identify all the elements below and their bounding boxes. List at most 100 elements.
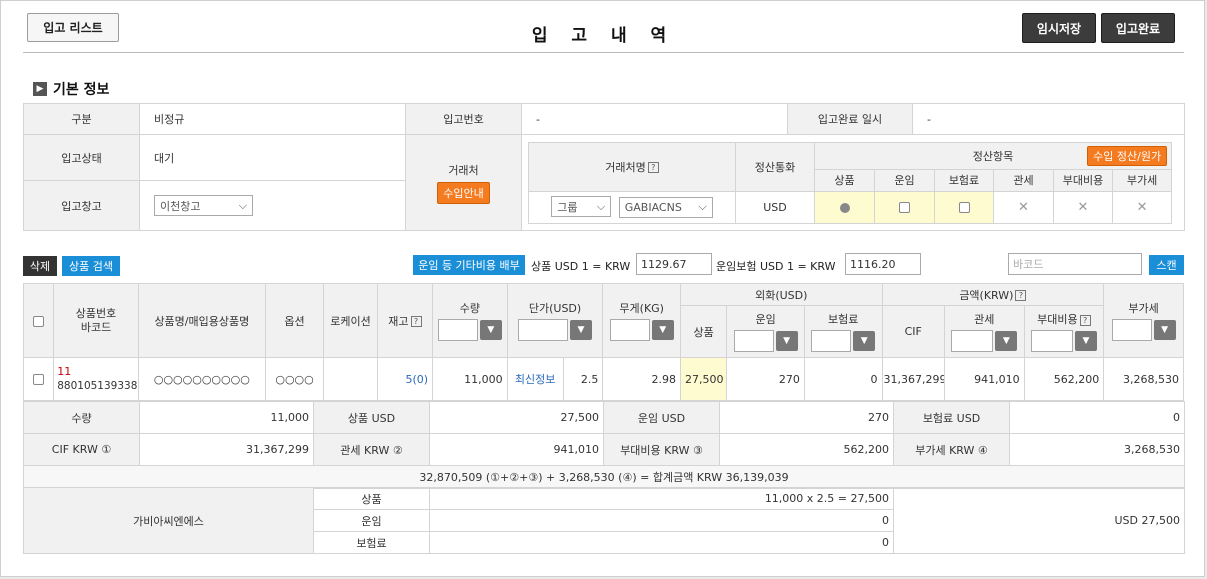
table-row: 11 8801051393385 ○○○○○○○○○○ ○○○○ 5(0) 11,… — [22, 357, 1184, 401]
sum-freight-usd-value: 270 — [719, 401, 894, 434]
settle-label: 정산항목 — [972, 149, 1014, 163]
section-title: 기본 정보 — [53, 82, 110, 98]
weight-header-label: 무게(KG) — [619, 302, 664, 315]
product-search-button[interactable]: 상품 검색 — [62, 256, 120, 276]
settle-product-radio[interactable] — [839, 202, 850, 213]
location-header: 로케이션 — [323, 283, 378, 358]
fx-freight-filter-input[interactable] — [733, 330, 774, 352]
vendor-name-select[interactable]: GABIACNS ⌵ — [618, 196, 713, 218]
settle-item-freight: 운임 — [874, 168, 935, 192]
unit-price-header-label: 단가(USD) — [528, 302, 582, 315]
vendor-summary-label-freight: 운임 — [313, 509, 430, 532]
row-unit-price-cell: 최신정보 2.5 — [506, 357, 604, 401]
row-stock[interactable]: 5(0) — [376, 357, 434, 401]
stock-header: 재고? — [376, 283, 434, 358]
chevron-down-icon: ⌵ — [596, 199, 606, 213]
row-barcode: 8801051393385 — [57, 380, 139, 392]
sum-extra-value: 562,200 — [719, 433, 894, 466]
fx-insurance-dropdown-button[interactable]: ▼ — [853, 331, 876, 351]
duty-filter-input[interactable] — [951, 330, 994, 352]
warehouse-label: 입고창고 — [23, 180, 140, 231]
vat-header: 부가세 ▼ — [1103, 283, 1184, 358]
row-extra: 562,200 — [1023, 357, 1105, 401]
settle-duty-cell: ✕ — [993, 190, 1054, 224]
sum-insurance-usd-value: 0 — [1009, 401, 1185, 434]
summary-table: 수량 11,000 상품 USD 27,500 운임 USD 270 보험료 U… — [23, 401, 1185, 489]
fx-product-header: 상품 — [679, 305, 728, 358]
vendor-name-value: GABIACNS — [624, 200, 682, 214]
vendor-group-select[interactable]: 그룹 ⌵ — [551, 196, 612, 218]
row-qty: 11,000 — [432, 357, 508, 401]
extra-filter-input[interactable] — [1030, 330, 1073, 352]
product-rate-label: 상품 USD 1 = KRW — [531, 260, 631, 273]
qty-filter-input[interactable] — [437, 319, 478, 341]
barcode-input[interactable]: 바코드 — [1008, 253, 1142, 275]
help-icon[interactable]: ? — [410, 316, 422, 327]
row-duty: 941,010 — [944, 357, 1025, 401]
vat-dropdown-button[interactable]: ▼ — [1153, 320, 1176, 340]
select-all-checkbox[interactable] — [33, 315, 45, 327]
import-settle-button[interactable]: 수입 정산/원가 — [1087, 145, 1168, 166]
delete-button[interactable]: 삭제 — [23, 256, 57, 276]
receipt-no-label: 입고번호 — [405, 103, 522, 135]
help-icon[interactable]: ? — [1079, 314, 1091, 326]
barcode-header-label: 바코드 — [80, 320, 112, 334]
row-fx-freight: 270 — [726, 357, 805, 401]
settle-freight-check-cell — [874, 190, 935, 224]
qty-header-label: 수량 — [459, 302, 480, 315]
fx-insurance-header-label: 보험료 — [828, 313, 859, 326]
fx-freight-header-label: 운임 — [755, 313, 776, 326]
settle-freight-checkbox[interactable] — [899, 202, 910, 213]
complete-button[interactable]: 입고완료 — [1101, 13, 1175, 43]
extra-dropdown-button[interactable]: ▼ — [1074, 331, 1097, 351]
vendor-summary-label-insurance: 보험료 — [313, 531, 430, 554]
vendor-detail-table: 거래처명? 정산통화 정산항목 수입 정산/원가 상품 운임 보험료 관세 부대… — [528, 141, 1173, 224]
settle-vat-cell: ✕ — [1111, 190, 1173, 224]
scan-button[interactable]: 스캔 — [1149, 255, 1184, 275]
sum-product-usd-label: 상품 USD — [313, 401, 430, 434]
sum-duty-label: 관세 KRW ② — [313, 433, 430, 466]
sum-qty-label: 수량 — [23, 401, 140, 434]
sum-qty-value: 11,000 — [139, 401, 314, 434]
settle-insurance-checkbox[interactable] — [958, 202, 970, 213]
complete-date-value: - — [912, 103, 1185, 135]
grand-total-line: 32,870,509 (①+②+③) + 3,268,530 (④) = 합계금… — [23, 465, 1185, 489]
fx-freight-dropdown-button[interactable]: ▼ — [775, 331, 798, 351]
type-label: 구분 — [23, 103, 140, 135]
freight-distribute-button[interactable]: 운임 등 기타비용 배부 — [413, 255, 525, 275]
row-unit-price: 2.5 — [580, 372, 599, 386]
warehouse-value: 이천창고 — [160, 199, 201, 213]
row-cif: 31,367,299 — [881, 357, 946, 401]
extra-header: 부대비용? ▼ — [1023, 305, 1105, 358]
row-checkbox[interactable] — [33, 374, 45, 385]
foreign-header: 외화(USD) — [679, 283, 883, 306]
currency-value: USD — [735, 190, 815, 224]
unit-price-header: 단가(USD) ▼ — [506, 283, 604, 358]
fx-insurance-filter-input[interactable] — [811, 330, 852, 352]
row-fx-insurance: 0 — [803, 357, 883, 401]
qty-dropdown-button[interactable]: ▼ — [479, 320, 502, 340]
product-rate-input[interactable]: 1129.67 — [636, 253, 712, 275]
row-product-no[interactable]: 11 — [57, 365, 137, 379]
unit-price-dropdown-button[interactable]: ▼ — [570, 320, 593, 340]
row-fx-product: 27,500 — [679, 357, 728, 401]
unit-price-filter-input[interactable] — [518, 319, 569, 341]
product-name-header: 상품명/매입용상품명 — [137, 283, 266, 358]
temp-save-button[interactable]: 임시저장 — [1022, 13, 1096, 43]
freight-rate-input[interactable]: 1116.20 — [845, 253, 921, 275]
weight-filter-input[interactable] — [609, 319, 650, 341]
vendor-group-value: 그룹 — [557, 200, 578, 214]
latest-info-link[interactable]: 최신정보 — [508, 358, 564, 400]
weight-dropdown-button[interactable]: ▼ — [651, 320, 674, 340]
help-icon[interactable]: ? — [647, 162, 659, 173]
warehouse-select[interactable]: 이천창고 ⌵ — [154, 195, 253, 216]
status-label: 입고상태 — [23, 134, 140, 181]
vendor-summary-total: USD 27,500 — [893, 487, 1185, 554]
import-guide-button[interactable]: 수입안내 — [437, 181, 490, 204]
vat-filter-input[interactable] — [1111, 319, 1152, 341]
sum-insurance-usd-label: 보험료 USD — [893, 401, 1010, 434]
settle-item-insurance: 보험료 — [934, 168, 994, 192]
vendor-summary-label-product: 상품 — [313, 487, 430, 510]
help-icon[interactable]: ? — [1015, 290, 1027, 301]
duty-dropdown-button[interactable]: ▼ — [995, 331, 1018, 351]
